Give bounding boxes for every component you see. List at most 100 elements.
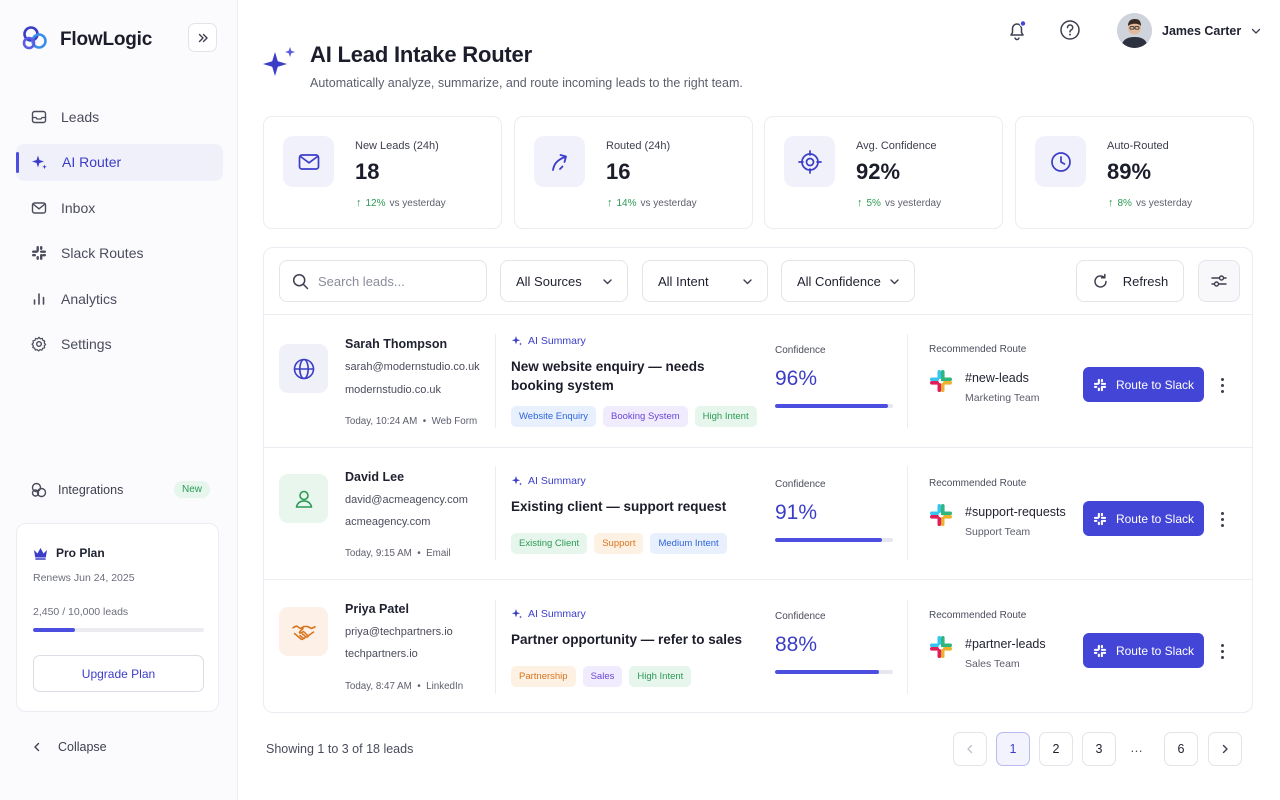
collapse-label: Collapse — [58, 740, 107, 754]
stat-delta: ↑ 5% vs yesterday — [857, 197, 941, 209]
route-channel: #partner-leads — [965, 637, 1046, 651]
refresh-button[interactable]: Refresh — [1076, 260, 1184, 302]
clock-icon — [1050, 151, 1071, 172]
sidebar-item-inbox[interactable]: Inbox — [16, 189, 223, 226]
brand-name: FlowLogic — [60, 28, 153, 50]
stat-label: Auto-Routed — [1107, 140, 1169, 152]
arrow-up-icon: ↑ — [356, 197, 362, 209]
ai-summary-text: New website enquiry — needs booking syst… — [511, 359, 705, 393]
ai-summary-text: Partner opportunity — refer to sales — [511, 632, 743, 647]
page-button-1[interactable]: 1 — [996, 732, 1030, 766]
plan-name: Pro Plan — [56, 546, 105, 560]
tag: High Intent — [694, 406, 757, 427]
tag: Booking System — [603, 406, 688, 427]
previous-page-button[interactable] — [953, 732, 987, 766]
sparkle-icon — [511, 609, 522, 619]
ai-summary-label-text: AI Summary — [528, 475, 586, 487]
collapse-sidebar-button[interactable]: Collapse — [32, 740, 107, 754]
route-to-slack-button[interactable]: Route to Slack — [1083, 501, 1204, 536]
filter-settings-button[interactable] — [1198, 260, 1240, 302]
plan-renewal-date: Renews Jun 24, 2025 — [33, 572, 135, 584]
recommended-route-label: Recommended Route — [929, 610, 1027, 621]
recommended-route-label: Recommended Route — [929, 344, 1027, 355]
ai-summary-text: Existing client — support request — [511, 499, 727, 514]
lead-avatar-box — [279, 474, 328, 523]
stat-icon-box — [283, 136, 334, 187]
tag-list: Partnership Sales High Intent — [511, 666, 692, 687]
upgrade-plan-button[interactable]: Upgrade Plan — [33, 655, 204, 692]
leads-panel: All Sources All Intent All Confidence Re… — [263, 247, 1253, 713]
stat-delta-text: vs yesterday — [389, 197, 446, 209]
sliders-icon — [1211, 275, 1227, 287]
user-menu[interactable]: James Carter — [1117, 13, 1261, 48]
confidence-value: 88% — [775, 633, 818, 656]
route-to-slack-button[interactable]: Route to Slack — [1083, 367, 1204, 402]
more-options-icon[interactable] — [1216, 641, 1228, 661]
sources-select[interactable]: All Sources — [500, 260, 628, 302]
confidence-select-value: All Confidence — [797, 273, 881, 289]
page-button-6[interactable]: 6 — [1164, 732, 1198, 766]
route-button-label: Route to Slack — [1115, 643, 1195, 658]
lead-email: priya@techpartners.io — [345, 626, 453, 638]
next-page-button[interactable] — [1208, 732, 1242, 766]
stat-icon-box — [534, 136, 585, 187]
sidebar-item-label: Inbox — [61, 199, 96, 216]
sidebar-item-settings[interactable]: Settings — [16, 326, 223, 363]
stat-delta-pct: 5% — [866, 197, 881, 209]
sidebar-item-ai-router[interactable]: AI Router — [16, 143, 223, 181]
mail-icon — [31, 110, 47, 123]
sidebar: FlowLogic Leads AI Router Inbox Slack Ro… — [0, 0, 238, 800]
intent-select[interactable]: All Intent — [642, 260, 768, 302]
confidence-label: Confidence — [775, 611, 826, 622]
notifications-button[interactable] — [1006, 19, 1028, 41]
ai-summary-label-text: AI Summary — [528, 335, 586, 347]
lead-domain: acmeagency.com — [345, 516, 431, 528]
page-subtitle: Automatically analyze, summarize, and ro… — [310, 76, 743, 90]
table-row[interactable]: Sarah Thompson sarah@modernstudio.co.uk … — [264, 314, 1252, 448]
route-button-label: Route to Slack — [1115, 377, 1195, 392]
arrow-up-icon: ↑ — [1108, 197, 1114, 209]
app-root: FlowLogic Leads AI Router Inbox Slack Ro… — [0, 0, 1280, 800]
divider — [495, 334, 496, 428]
confidence-bar-fill — [775, 404, 889, 408]
sidebar-item-leads[interactable]: Leads — [16, 98, 223, 135]
help-button[interactable] — [1059, 19, 1081, 41]
sparkle-icon — [32, 155, 47, 169]
mail-icon — [298, 153, 319, 170]
bell-icon — [1010, 20, 1027, 41]
crown-icon — [34, 547, 47, 560]
inbox-icon — [31, 201, 47, 214]
page-button-2[interactable]: 2 — [1039, 732, 1073, 766]
expand-sidebar-button[interactable] — [188, 23, 217, 52]
search-input[interactable] — [318, 273, 468, 289]
divider — [495, 466, 496, 560]
tag: Partnership — [511, 666, 576, 687]
table-row[interactable]: David Lee david@acmeagency.com acmeagenc… — [264, 448, 1252, 579]
brand[interactable]: FlowLogic — [20, 24, 152, 55]
sidebar-item-slack-routes[interactable]: Slack Routes — [16, 235, 223, 272]
chevrons-right-icon — [198, 33, 208, 42]
page-button-3[interactable]: 3 — [1082, 732, 1116, 766]
plan-card: Pro Plan Renews Jun 24, 2025 2,450 / 10,… — [16, 523, 219, 712]
sidebar-item-analytics[interactable]: Analytics — [16, 280, 223, 317]
confidence-bar — [775, 538, 893, 542]
user-icon — [295, 490, 312, 508]
confidence-value: 96% — [775, 367, 818, 390]
more-options-icon[interactable] — [1216, 375, 1228, 395]
lead-name: Priya Patel — [345, 602, 409, 616]
ai-summary-label: AI Summary — [511, 608, 586, 620]
route-button-label: Route to Slack — [1115, 511, 1195, 526]
plan-usage: 2,450 / 10,000 leads — [33, 606, 129, 618]
sidebar-item-integrations[interactable]: Integrations New — [30, 479, 210, 501]
search-box[interactable] — [279, 260, 487, 302]
stat-delta-pct: 8% — [1117, 197, 1132, 209]
stat-card-routed: Routed (24h) 16 ↑ 14% vs yesterday — [514, 116, 753, 229]
ai-summary-label: AI Summary — [511, 335, 586, 347]
table-row[interactable]: Priya Patel priya@techpartners.io techpa… — [264, 580, 1252, 713]
confidence-select[interactable]: All Confidence — [781, 260, 915, 302]
help-circle-icon — [1060, 20, 1080, 40]
more-options-icon[interactable] — [1216, 509, 1228, 529]
route-to-slack-button[interactable]: Route to Slack — [1083, 633, 1204, 668]
chevron-down-icon — [1252, 28, 1261, 34]
tag: Existing Client — [511, 533, 588, 554]
